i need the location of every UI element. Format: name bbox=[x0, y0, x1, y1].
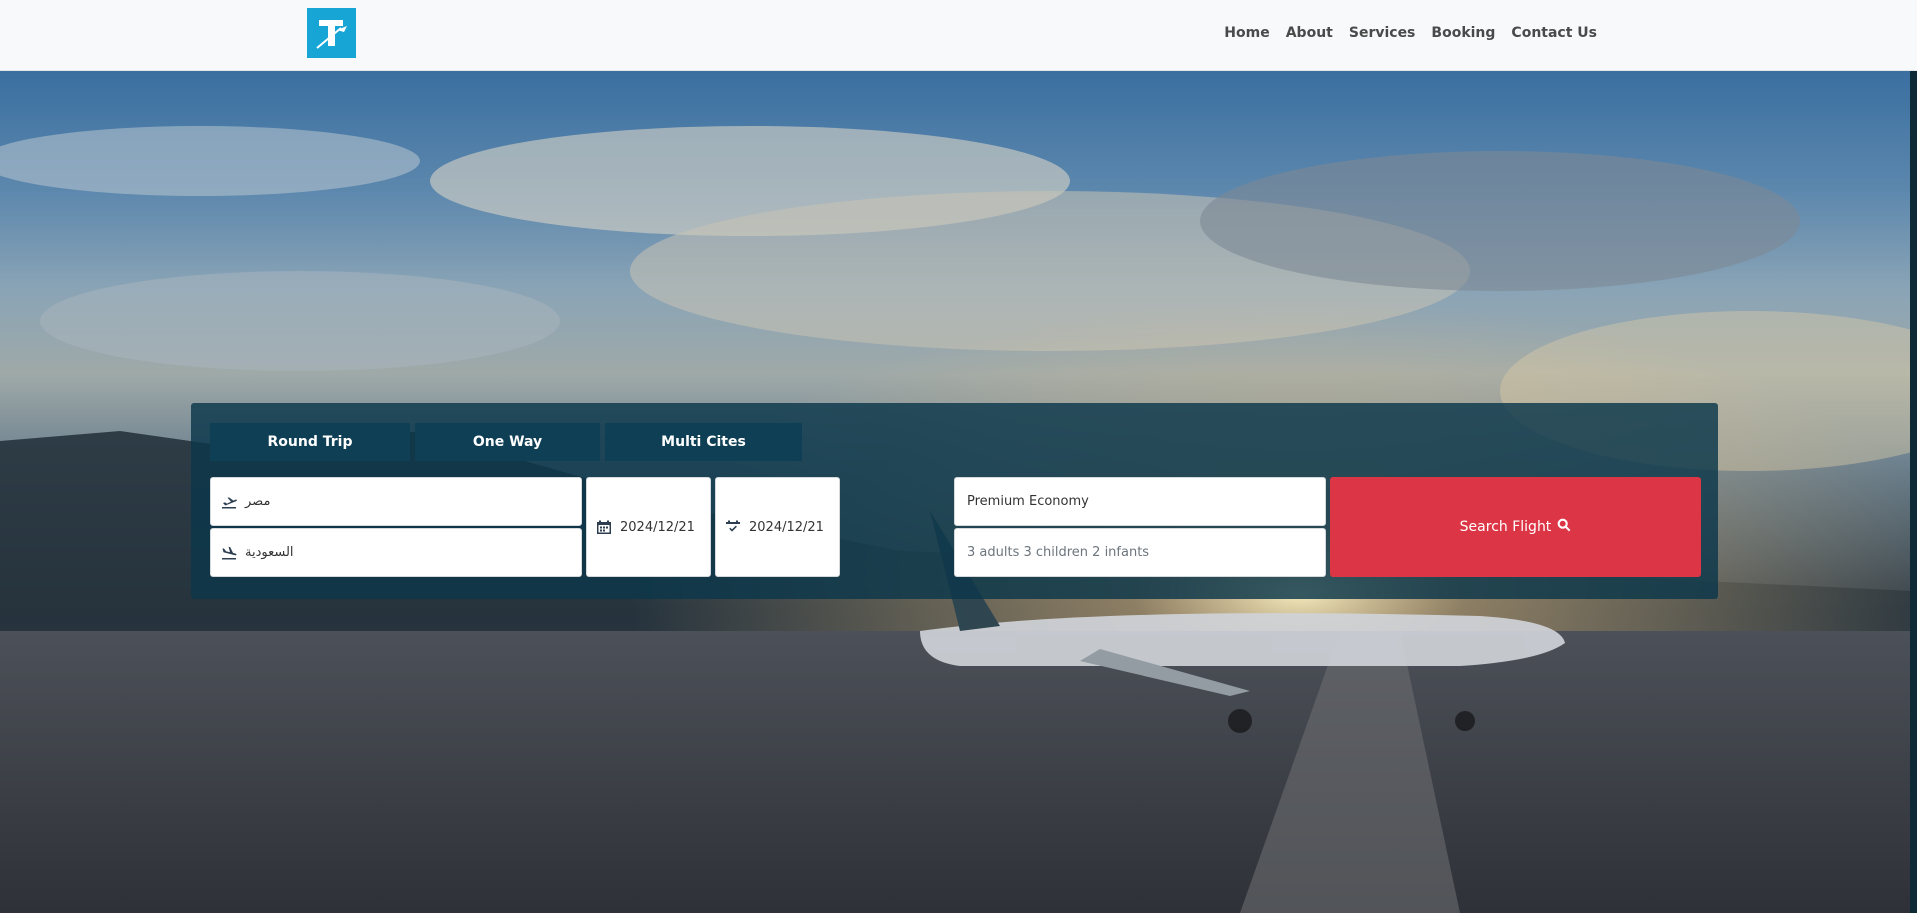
navbar: Home About Services Booking Contact Us bbox=[0, 0, 1917, 71]
travelers-value: 3 adults 3 children 2 infants bbox=[967, 545, 1150, 560]
departure-date-field[interactable]: 2024/12/21 bbox=[586, 477, 711, 577]
plane-arrival-icon bbox=[221, 545, 237, 561]
departure-date-value: 2024/12/21 bbox=[620, 519, 695, 535]
tab-one-way[interactable]: One Way bbox=[415, 423, 600, 461]
nav-about[interactable]: About bbox=[1286, 22, 1333, 44]
calendar-check-icon bbox=[725, 519, 741, 535]
nav-services[interactable]: Services bbox=[1349, 22, 1416, 44]
travel-plane-logo[interactable] bbox=[307, 8, 356, 58]
return-date-value: 2024/12/21 bbox=[749, 519, 824, 535]
calendar-icon bbox=[596, 519, 612, 535]
destination-value: السعودية bbox=[245, 545, 294, 560]
travelers-field[interactable]: 3 adults 3 children 2 infants bbox=[954, 528, 1326, 577]
cabin-class-value: Premium Economy bbox=[967, 494, 1089, 509]
search-flight-button[interactable]: Search Flight bbox=[1330, 477, 1701, 577]
plane-departure-icon bbox=[221, 494, 237, 510]
tab-multi-cities[interactable]: Multi Cites bbox=[605, 423, 802, 461]
flight-search-panel: Round Trip One Way Multi Cites مصر السعو… bbox=[191, 403, 1718, 599]
nav-contact-us[interactable]: Contact Us bbox=[1511, 22, 1597, 44]
tab-round-trip[interactable]: Round Trip bbox=[210, 423, 410, 461]
origin-field[interactable]: مصر bbox=[210, 477, 582, 526]
nav-home[interactable]: Home bbox=[1224, 22, 1269, 44]
page-scrollbar[interactable] bbox=[1910, 71, 1917, 913]
hero-background: Round Trip One Way Multi Cites مصر السعو… bbox=[0, 71, 1910, 913]
search-flight-label: Search Flight bbox=[1459, 519, 1552, 535]
trip-type-tabs: Round Trip One Way Multi Cites bbox=[210, 423, 802, 461]
search-icon bbox=[1557, 518, 1571, 536]
destination-field[interactable]: السعودية bbox=[210, 528, 582, 577]
cabin-class-select[interactable]: Premium Economy bbox=[954, 477, 1326, 526]
return-date-field[interactable]: 2024/12/21 bbox=[715, 477, 840, 577]
nav-booking[interactable]: Booking bbox=[1431, 22, 1495, 44]
origin-value: مصر bbox=[245, 494, 271, 509]
main-nav: Home About Services Booking Contact Us bbox=[1224, 22, 1597, 44]
